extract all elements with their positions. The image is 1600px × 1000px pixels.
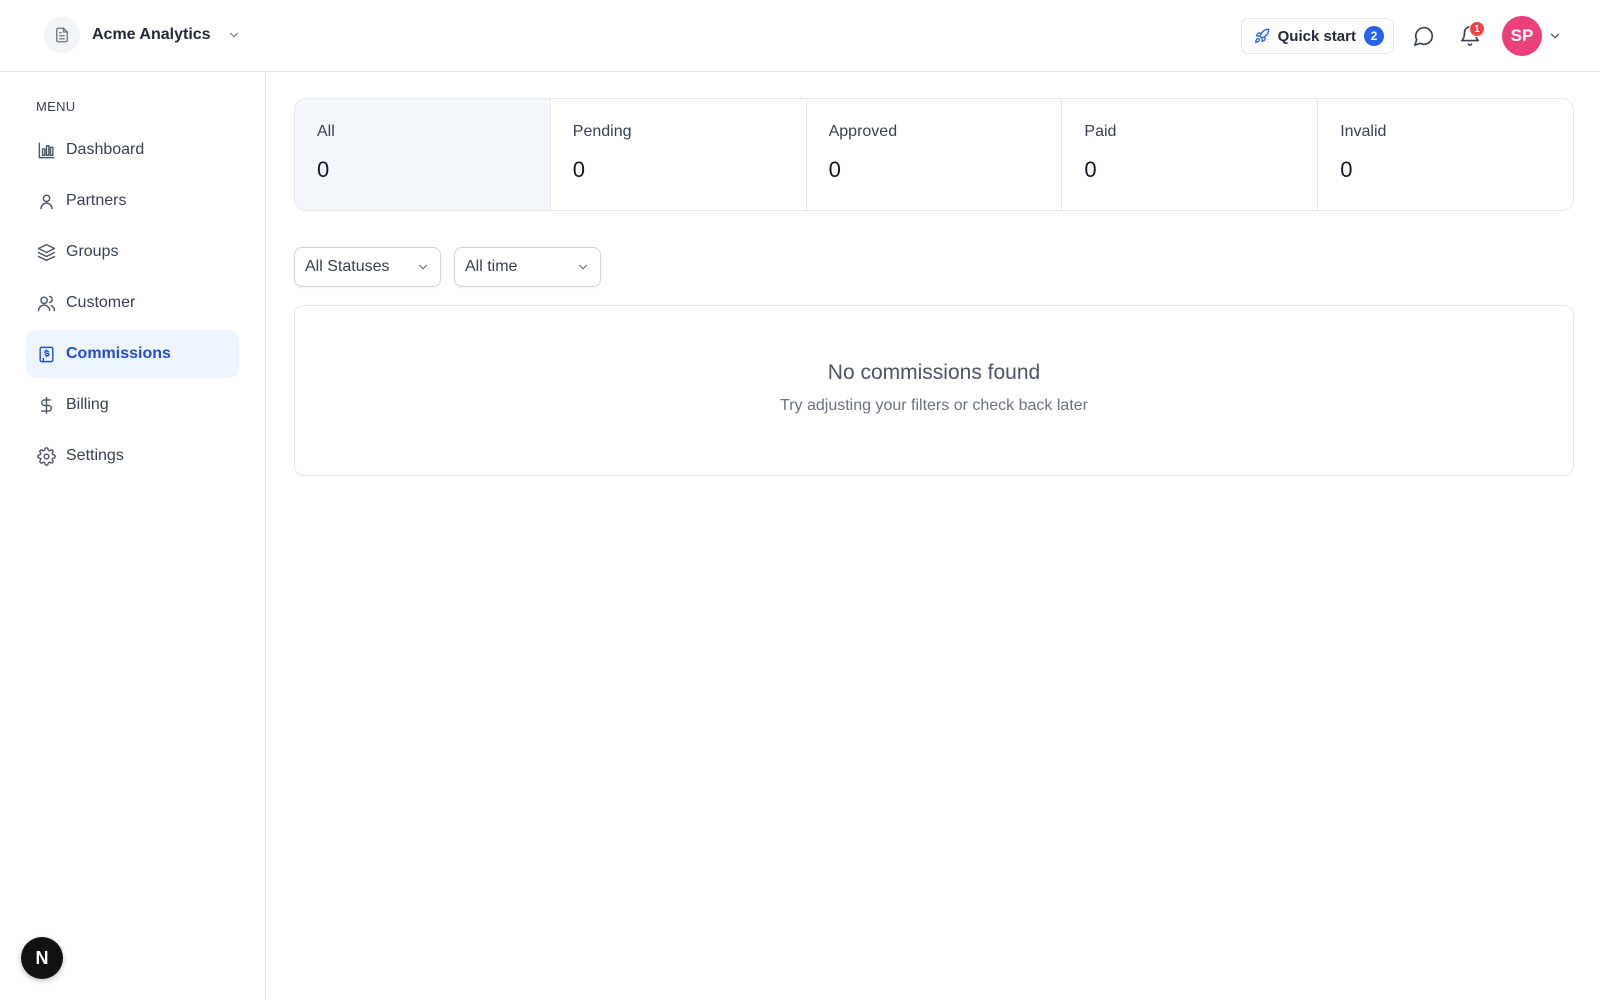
sidebar-item-billing[interactable]: Billing bbox=[26, 381, 239, 429]
org-switcher[interactable]: Acme Analytics bbox=[44, 17, 241, 53]
menu-section-label: MENU bbox=[36, 99, 76, 114]
sidebar-item-label: Billing bbox=[66, 396, 109, 413]
avatar: SP bbox=[1502, 16, 1542, 56]
sidebar-item-settings[interactable]: Settings bbox=[26, 432, 239, 480]
stat-label: Paid bbox=[1084, 123, 1117, 140]
filters-bar: All Statuses All time bbox=[294, 247, 601, 287]
org-name: Acme Analytics bbox=[92, 26, 211, 43]
users-icon bbox=[36, 293, 56, 313]
commissions-empty-state: No commissions found Try adjusting your … bbox=[294, 305, 1574, 476]
quick-start-label: Quick start bbox=[1277, 27, 1356, 45]
sidebar-item-dashboard[interactable]: Dashboard bbox=[26, 126, 239, 174]
notifications-button[interactable]: 1 bbox=[1452, 18, 1488, 54]
sidebar-item-groups[interactable]: Groups bbox=[26, 228, 239, 276]
stat-tab-all[interactable]: All 0 bbox=[295, 99, 551, 210]
empty-state-title: No commissions found bbox=[827, 361, 1041, 384]
sidebar-item-label: Customer bbox=[66, 294, 136, 311]
sidebar-item-label: Partners bbox=[66, 192, 127, 209]
stat-tab-pending[interactable]: Pending 0 bbox=[551, 99, 807, 210]
rocket-icon bbox=[1254, 28, 1270, 44]
bar-chart-icon bbox=[36, 140, 56, 160]
sidebar: MENU Dashboard Partners Groups Customer bbox=[0, 72, 266, 1000]
dollar-icon bbox=[36, 395, 56, 415]
sidebar-item-label: Commissions bbox=[66, 345, 171, 362]
notification-count-badge: 1 bbox=[1469, 21, 1485, 37]
stat-value: 0 bbox=[572, 157, 586, 182]
sidebar-item-label: Dashboard bbox=[66, 141, 145, 158]
quick-start-button[interactable]: Quick start 2 bbox=[1240, 18, 1394, 54]
user-icon bbox=[36, 191, 56, 211]
sidebar-item-commissions[interactable]: Commissions bbox=[26, 330, 239, 378]
status-filter-select[interactable]: All Statuses bbox=[294, 247, 441, 287]
quick-start-count-badge: 2 bbox=[1364, 26, 1384, 46]
stat-value: 0 bbox=[317, 157, 330, 182]
stat-label: Invalid bbox=[1340, 123, 1387, 140]
chevron-down-icon bbox=[576, 260, 590, 274]
sidebar-item-label: Groups bbox=[66, 243, 119, 260]
document-icon bbox=[44, 17, 80, 53]
user-menu[interactable]: SP bbox=[1502, 16, 1562, 56]
time-filter-value: All time bbox=[465, 258, 518, 275]
commission-icon bbox=[36, 344, 56, 364]
dev-tools-badge[interactable]: N bbox=[21, 937, 63, 979]
stat-label: Approved bbox=[828, 123, 898, 140]
stat-tab-approved[interactable]: Approved 0 bbox=[807, 99, 1063, 210]
chevron-down-icon bbox=[416, 260, 430, 274]
stat-value: 0 bbox=[1340, 157, 1353, 182]
stat-value: 0 bbox=[1084, 157, 1097, 182]
chevron-down-icon bbox=[227, 28, 241, 42]
gear-icon bbox=[36, 446, 56, 466]
empty-state-subtitle: Try adjusting your filters or check back… bbox=[780, 397, 1088, 414]
stat-label: Pending bbox=[572, 123, 632, 140]
header-actions: Quick start 2 1 SP bbox=[1240, 16, 1562, 56]
chevron-down-icon bbox=[1548, 29, 1562, 43]
sidebar-item-partners[interactable]: Partners bbox=[26, 177, 239, 225]
stat-tab-paid[interactable]: Paid 0 bbox=[1062, 99, 1319, 210]
stat-value: 0 bbox=[828, 157, 841, 182]
chat-button[interactable] bbox=[1406, 18, 1442, 54]
layers-icon bbox=[36, 242, 56, 262]
sidebar-item-customer[interactable]: Customer bbox=[26, 279, 239, 327]
status-filter-value: All Statuses bbox=[305, 258, 390, 275]
sidebar-nav: Dashboard Partners Groups Customer Commi… bbox=[26, 126, 239, 483]
time-filter-select[interactable]: All time bbox=[454, 247, 601, 287]
sidebar-item-label: Settings bbox=[66, 447, 124, 464]
stat-label: All bbox=[317, 123, 335, 140]
top-header: Acme Analytics Quick start 2 1 SP bbox=[0, 0, 1600, 72]
commission-status-tabs: All 0 Pending 0 Approved 0 Paid 0 Invali… bbox=[294, 98, 1574, 211]
message-circle-icon bbox=[1413, 25, 1435, 47]
stat-tab-invalid[interactable]: Invalid 0 bbox=[1318, 99, 1573, 210]
